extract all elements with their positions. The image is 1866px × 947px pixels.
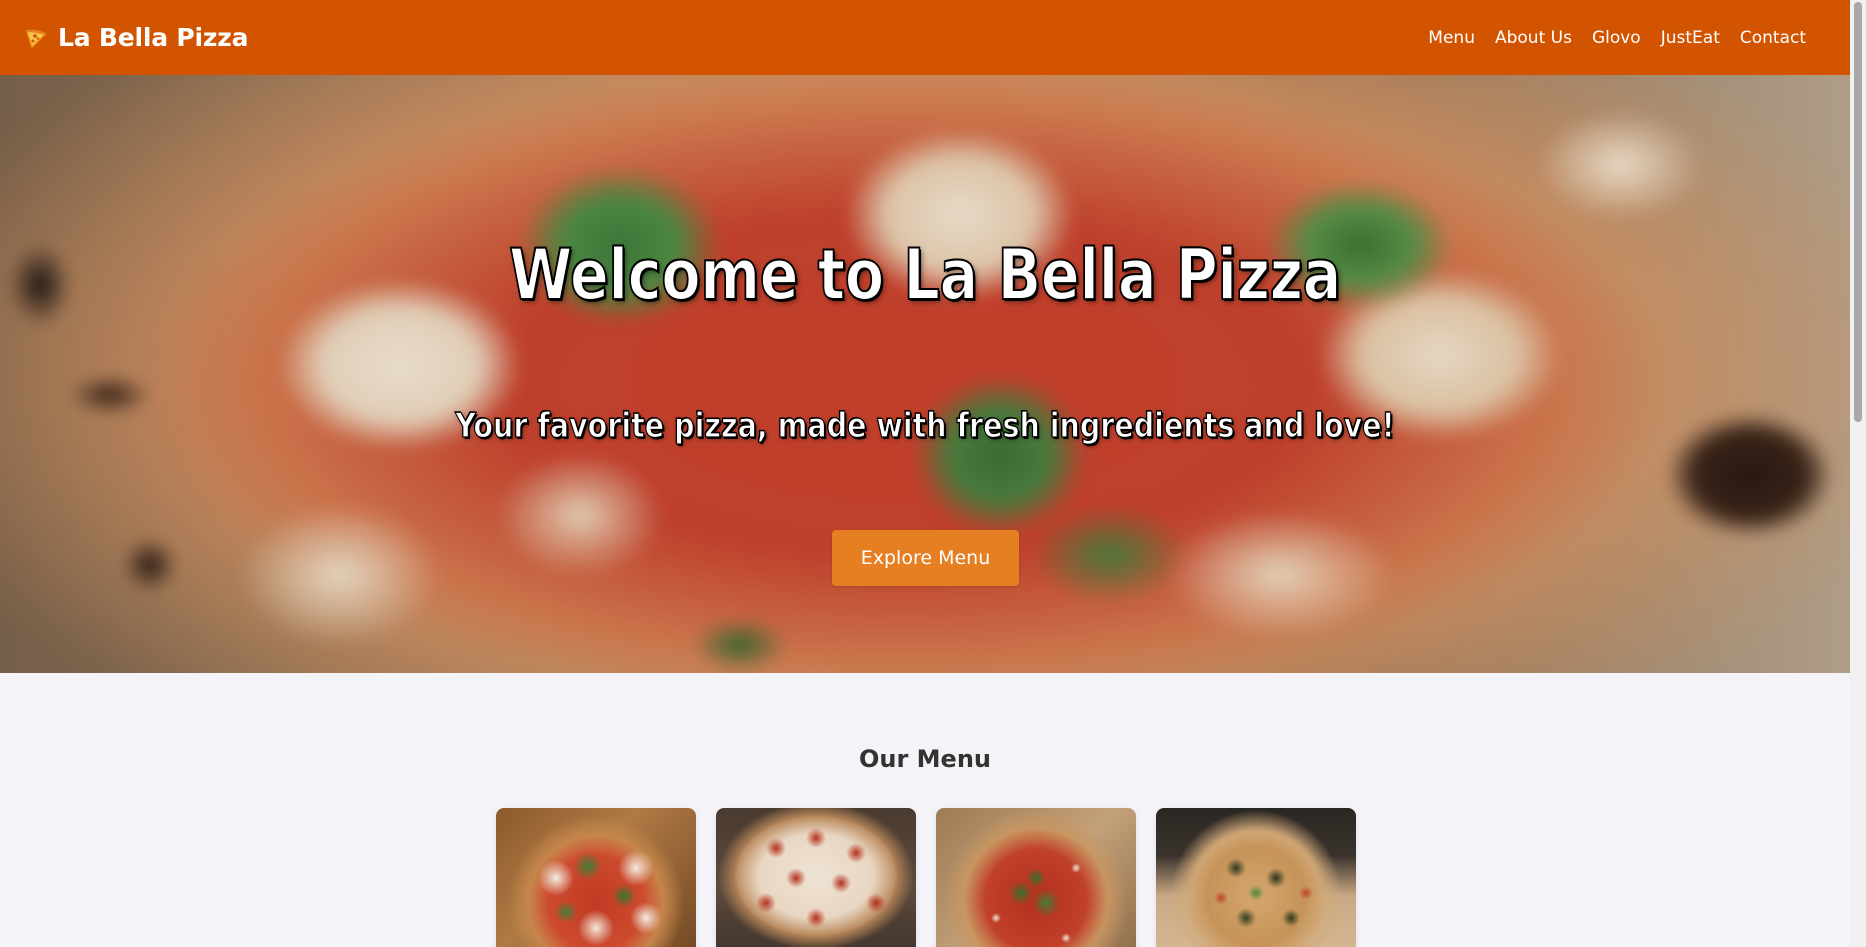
vertical-scrollbar[interactable] <box>1850 0 1866 947</box>
margherita-pizza-image <box>496 808 696 947</box>
pepperoni-pizza-image <box>716 808 916 947</box>
marinara-pizza-image <box>936 808 1136 947</box>
scrollbar-thumb[interactable] <box>1854 2 1862 422</box>
page: La Bella Pizza Menu About Us Glovo JustE… <box>0 0 1866 947</box>
pizza-slice-icon <box>24 26 48 50</box>
menu-item-card[interactable] <box>496 808 696 947</box>
menu-title: Our Menu <box>858 745 991 773</box>
brand-logo[interactable]: La Bella Pizza <box>24 23 248 52</box>
nav-link-about-us[interactable]: About Us <box>1495 28 1572 48</box>
brand-name: La Bella Pizza <box>58 23 249 52</box>
navbar: La Bella Pizza Menu About Us Glovo JustE… <box>0 0 1850 75</box>
nav-link-glovo[interactable]: Glovo <box>1592 28 1641 48</box>
nav-links: Menu About Us Glovo JustEat Contact <box>1428 28 1806 48</box>
menu-section: Our Menu <box>0 673 1850 947</box>
vegetable-pizza-image <box>1156 808 1356 947</box>
page-content: La Bella Pizza Menu About Us Glovo JustE… <box>0 0 1850 947</box>
menu-item-card[interactable] <box>1156 808 1356 947</box>
explore-menu-button[interactable]: Explore Menu <box>832 530 1019 586</box>
hero-section: Welcome to La Bella Pizza Your favorite … <box>0 75 1850 673</box>
hero-subtitle: Your favorite pizza, made with fresh ing… <box>455 406 1395 446</box>
menu-item-card[interactable] <box>716 808 916 947</box>
hero-title: Welcome to La Bella Pizza <box>508 234 1342 316</box>
menu-item-card[interactable] <box>936 808 1136 947</box>
nav-link-justeat[interactable]: JustEat <box>1661 28 1720 48</box>
nav-link-contact[interactable]: Contact <box>1740 28 1806 48</box>
nav-link-menu[interactable]: Menu <box>1428 28 1475 48</box>
